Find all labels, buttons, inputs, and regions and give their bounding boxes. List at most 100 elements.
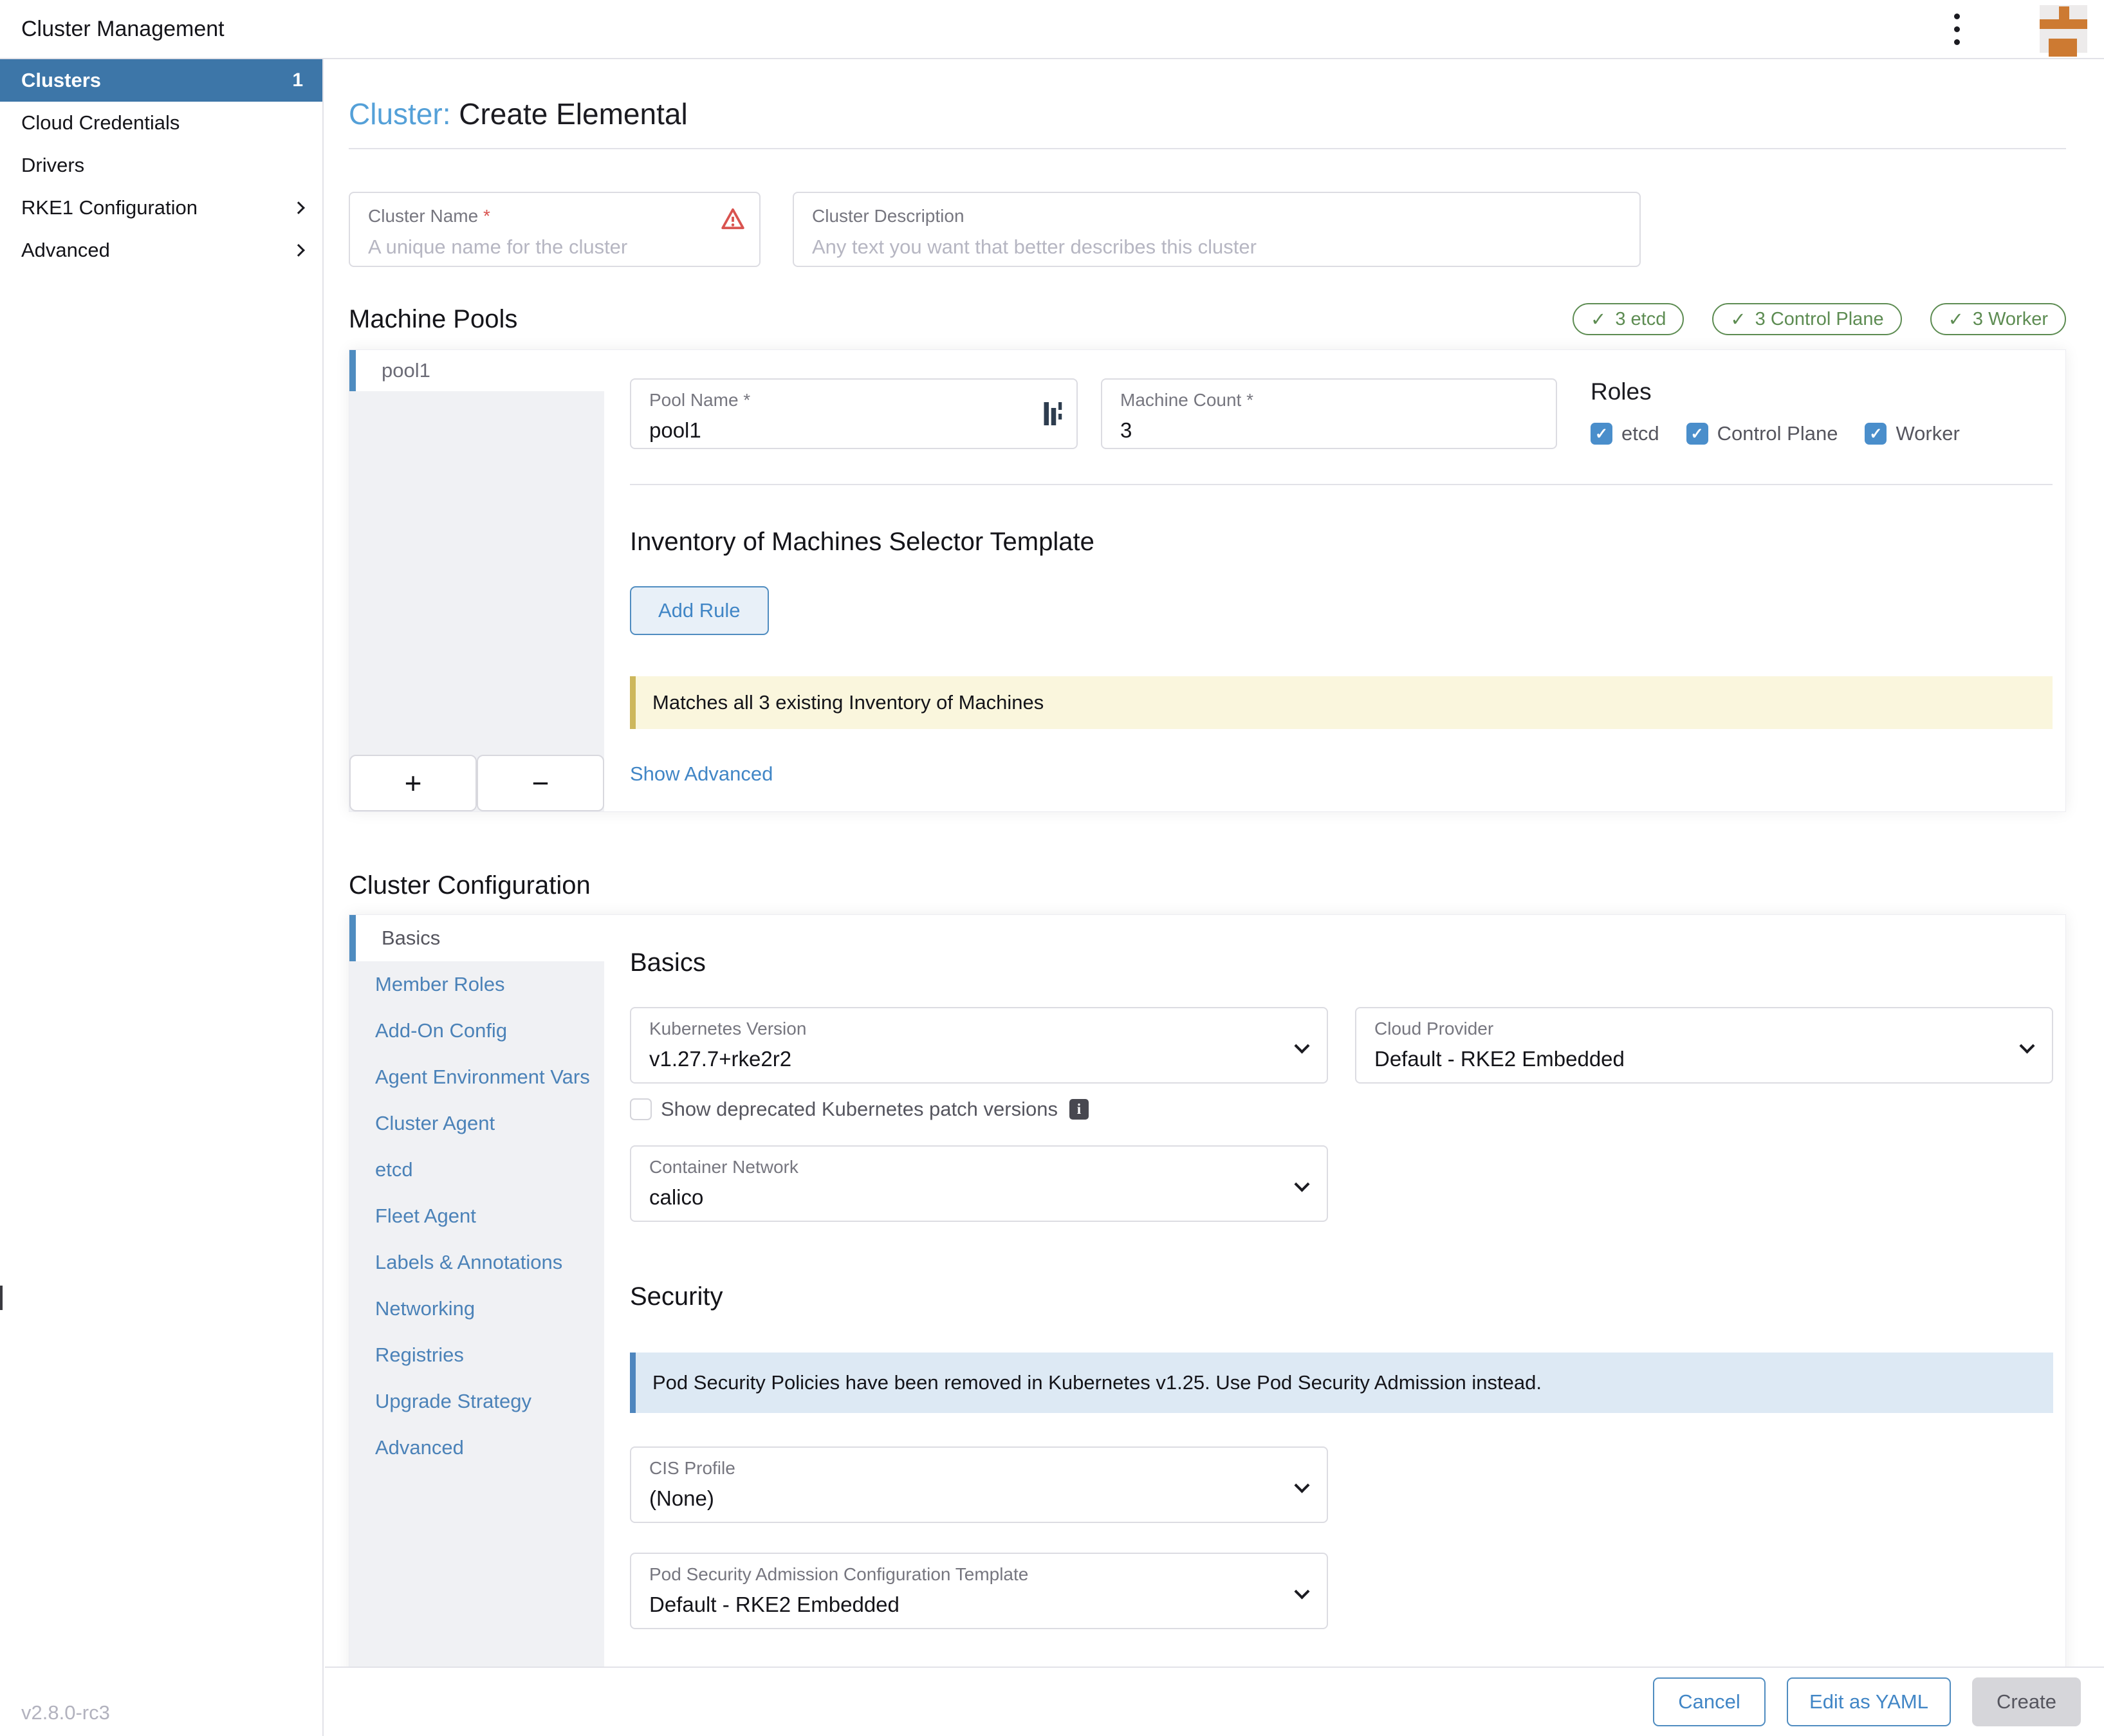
add-rule-button[interactable]: Add Rule	[630, 586, 769, 635]
kubernetes-version-label: Kubernetes Version	[649, 1019, 1309, 1039]
sidebar-item-label: Cloud Credentials	[21, 111, 180, 134]
cancel-button[interactable]: Cancel	[1653, 1677, 1766, 1726]
basics-heading: Basics	[630, 948, 2053, 977]
checkbox-checked-icon: ✓	[1686, 423, 1708, 445]
pool-details: Pool Name * pool1 Machine Count * 3 Role…	[604, 350, 2065, 811]
config-panel: Basics Kubernetes Version v1.27.7+rke2r2…	[604, 915, 2066, 1736]
checkbox-checked-icon: ✓	[1865, 423, 1887, 445]
show-advanced-link[interactable]: Show Advanced	[630, 762, 773, 786]
add-pool-button[interactable]: +	[349, 755, 477, 811]
worker-count-badge: ✓3 Worker	[1930, 303, 2066, 335]
security-heading: Security	[630, 1282, 2053, 1311]
cis-profile-select[interactable]: CIS Profile (None)	[630, 1446, 1328, 1523]
required-asterisk: *	[743, 390, 750, 410]
config-tab-fleet-agent[interactable]: Fleet Agent	[349, 1193, 604, 1239]
pool-name-value[interactable]: pool1	[649, 418, 1058, 443]
machine-count-field: Machine Count * 3	[1101, 378, 1557, 449]
kubernetes-version-select[interactable]: Kubernetes Version v1.27.7+rke2r2	[630, 1007, 1328, 1084]
cluster-description-label: Cluster Description	[812, 206, 1621, 226]
pool-list-column: pool1 + −	[349, 350, 604, 811]
cluster-description-input[interactable]	[812, 235, 1621, 259]
machine-pools-heading: Machine Pools	[349, 305, 517, 334]
pod-security-banner: Pod Security Policies have been removed …	[630, 1353, 2053, 1413]
brand-icon	[2040, 5, 2087, 53]
sidebar-item-advanced[interactable]: Advanced	[0, 229, 322, 272]
cluster-name-label: Cluster Name	[368, 206, 478, 226]
page-title: Cluster: Create Elemental	[349, 97, 2066, 131]
check-icon: ✓	[1730, 308, 1746, 331]
config-tab-add-on-config[interactable]: Add-On Config	[349, 1008, 604, 1054]
config-tab-labels-annotations[interactable]: Labels & Annotations	[349, 1239, 604, 1286]
pool-divider	[630, 484, 2053, 485]
roles-heading: Roles	[1591, 378, 1960, 405]
psa-template-select[interactable]: Pod Security Admission Configuration Tem…	[630, 1553, 1328, 1629]
config-tab-advanced[interactable]: Advanced	[349, 1425, 604, 1471]
psa-template-label: Pod Security Admission Configuration Tem…	[649, 1564, 1309, 1585]
config-nav-column: Basics Member Roles Add-On Config Agent …	[349, 915, 604, 1736]
left-edge-handle	[0, 1286, 3, 1310]
title-divider	[349, 148, 2066, 149]
pool-name-label: Pool Name	[649, 390, 739, 410]
version-label: v2.8.0-rc3	[21, 1701, 110, 1724]
create-button[interactable]: Create	[1972, 1677, 2081, 1726]
role-checkbox-control-plane[interactable]: ✓ Control Plane	[1686, 422, 1838, 445]
edit-as-yaml-button[interactable]: Edit as YAML	[1787, 1677, 1951, 1726]
checkbox-checked-icon: ✓	[1591, 423, 1612, 445]
cis-profile-value: (None)	[649, 1486, 1309, 1511]
app-title: Cluster Management	[21, 17, 225, 42]
sidebar-item-cloud-credentials[interactable]: Cloud Credentials	[0, 102, 322, 144]
role-checkbox-worker[interactable]: ✓ Worker	[1865, 422, 1959, 445]
inventory-selector-heading: Inventory of Machines Selector Template	[630, 528, 2053, 557]
info-icon[interactable]: i	[1069, 1099, 1089, 1120]
config-tab-member-roles[interactable]: Member Roles	[349, 961, 604, 1008]
config-tab-registries[interactable]: Registries	[349, 1332, 604, 1378]
pool-tab-pool1[interactable]: pool1	[349, 350, 604, 391]
page-title-name: Create Elemental	[459, 97, 687, 131]
container-network-select[interactable]: Container Network calico	[630, 1145, 1328, 1222]
show-deprecated-versions-checkbox[interactable]: Show deprecated Kubernetes patch version…	[630, 1098, 1058, 1121]
pool-name-field: Pool Name * pool1	[630, 378, 1078, 449]
matches-banner: Matches all 3 existing Inventory of Mach…	[630, 676, 2053, 729]
remove-pool-button[interactable]: −	[477, 755, 604, 811]
etcd-count-badge: ✓3 etcd	[1573, 303, 1684, 335]
cloud-provider-value: Default - RKE2 Embedded	[1374, 1047, 2034, 1071]
chevron-right-icon	[292, 244, 305, 257]
config-tab-basics[interactable]: Basics	[349, 915, 604, 961]
config-tab-cluster-agent[interactable]: Cluster Agent	[349, 1100, 604, 1147]
machine-count-value[interactable]: 3	[1120, 418, 1538, 443]
bars-icon[interactable]	[1043, 400, 1062, 430]
check-icon: ✓	[1948, 308, 1964, 331]
kebab-menu-icon[interactable]	[1945, 7, 1969, 51]
kubernetes-version-value: v1.27.7+rke2r2	[649, 1047, 1309, 1071]
cloud-provider-label: Cloud Provider	[1374, 1019, 2034, 1039]
chevron-right-icon	[292, 201, 305, 214]
config-tab-etcd[interactable]: etcd	[349, 1147, 604, 1193]
sidebar-item-label: Clusters	[21, 69, 101, 92]
cluster-configuration-card: Basics Member Roles Add-On Config Agent …	[349, 914, 2066, 1736]
sidebar-item-clusters[interactable]: Clusters 1	[0, 59, 322, 102]
sidebar-item-label: RKE1 Configuration	[21, 196, 198, 219]
required-asterisk: *	[1246, 390, 1253, 410]
clusters-count-badge: 1	[292, 69, 303, 91]
cluster-name-field: Cluster Name *	[349, 192, 761, 267]
checkbox-unchecked-icon	[630, 1098, 652, 1120]
container-network-label: Container Network	[649, 1157, 1309, 1177]
sidebar-item-label: Drivers	[21, 154, 84, 177]
machine-pool-card: pool1 + − Pool Name * pool1	[349, 349, 2066, 812]
cis-profile-label: CIS Profile	[649, 1458, 1309, 1479]
control-plane-count-badge: ✓3 Control Plane	[1712, 303, 1901, 335]
psa-template-value: Default - RKE2 Embedded	[649, 1593, 1309, 1617]
top-bar: Cluster Management	[0, 0, 2104, 59]
role-checkbox-etcd[interactable]: ✓ etcd	[1591, 422, 1659, 445]
cloud-provider-select[interactable]: Cloud Provider Default - RKE2 Embedded	[1355, 1007, 2053, 1084]
config-tab-upgrade-strategy[interactable]: Upgrade Strategy	[349, 1378, 604, 1425]
page-title-prefix: Cluster:	[349, 97, 450, 131]
sidebar-item-drivers[interactable]: Drivers	[0, 144, 322, 187]
roles-section: Roles ✓ etcd ✓ Control Plane ✓	[1591, 378, 1960, 449]
sidebar-item-rke1-configuration[interactable]: RKE1 Configuration	[0, 187, 322, 229]
cluster-name-input[interactable]	[368, 235, 741, 259]
config-tab-agent-environment-vars[interactable]: Agent Environment Vars	[349, 1054, 604, 1100]
config-tab-networking[interactable]: Networking	[349, 1286, 604, 1332]
sidebar-item-label: Advanced	[21, 239, 110, 262]
check-icon: ✓	[1591, 308, 1606, 331]
